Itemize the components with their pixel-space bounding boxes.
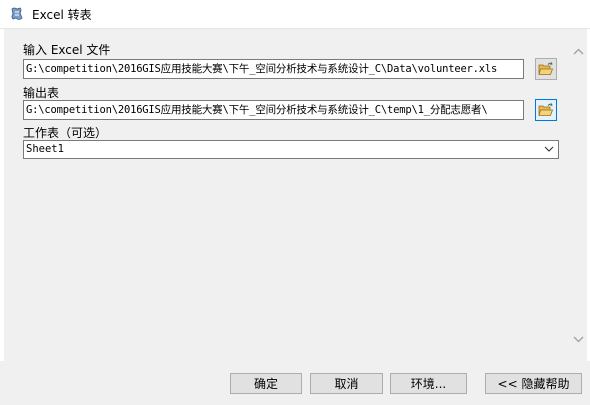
input-excel-field[interactable]: G:\competition\2016GIS应用技能大赛\下午_空间分析技术与系… [23,59,524,79]
title-bar: Excel 转表 [0,0,590,29]
chevron-down-icon[interactable] [544,144,554,154]
browse-output-button[interactable] [535,99,557,121]
window-title: Excel 转表 [32,8,92,22]
sheet-select[interactable]: Sheet1 [23,140,559,159]
output-table-label: 输出表 [23,86,60,100]
chevron-down-icon[interactable] [570,331,587,348]
input-excel-label: 输入 Excel 文件 [23,43,111,57]
chevron-up-icon[interactable] [570,43,587,60]
open-folder-icon [538,62,554,75]
open-folder-icon [538,103,554,116]
cancel-button[interactable]: 取消 [310,373,383,394]
hide-help-button[interactable]: << 隐藏帮助 [485,373,582,394]
arcgis-tool-icon [11,7,23,20]
sheet-selected-value: Sheet1 [26,143,64,155]
output-table-field[interactable]: G:\competition\2016GIS应用技能大赛\下午_空间分析技术与系… [23,100,524,120]
sheet-label: 工作表（可选） [23,126,108,140]
environments-button[interactable]: 环境... [390,373,467,394]
browse-input-button[interactable] [535,58,557,80]
vertical-scrollbar[interactable] [569,29,587,361]
ok-button[interactable]: 确定 [230,373,302,394]
